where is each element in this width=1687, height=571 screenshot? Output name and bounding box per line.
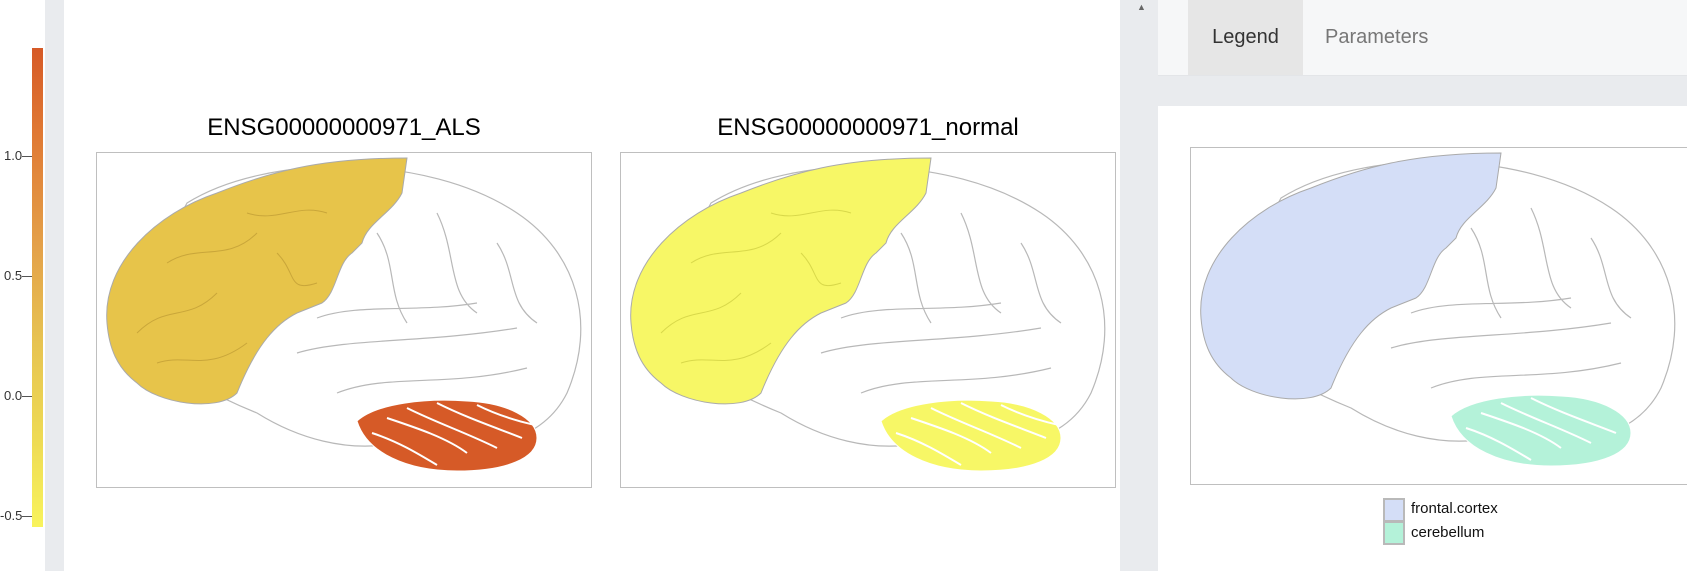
tab-legend[interactable]: Legend	[1188, 0, 1303, 75]
color-scale-bar	[32, 48, 43, 527]
scrollbar-track[interactable]	[1120, 0, 1158, 571]
legend-swatch-frontal-cortex	[1383, 498, 1405, 522]
cerebellum-region	[880, 399, 1062, 472]
legend-swatch-cerebellum	[1383, 521, 1405, 545]
legend-label-frontal-cortex: frontal.cortex	[1411, 500, 1498, 517]
panel-title-als: ENSG00000000971_ALS	[207, 114, 481, 141]
panel-gap	[1158, 76, 1687, 106]
frontal-cortex-region	[630, 157, 932, 405]
color-scale-tick-label: 0.0	[4, 388, 23, 403]
brain-figure-als	[96, 152, 592, 488]
brain-figure-normal	[620, 152, 1116, 488]
frontal-cortex-region	[106, 157, 408, 405]
color-scale-tick-label: 0.5	[4, 268, 23, 283]
color-scale-tick-label: 1.0	[4, 148, 23, 163]
legend-label-cerebellum: cerebellum	[1411, 524, 1485, 541]
scroll-up-icon[interactable]: ▲	[1137, 2, 1146, 12]
frontal-cortex-region	[1200, 152, 1502, 400]
panel-divider	[45, 0, 64, 571]
cerebellum-region	[1450, 394, 1632, 467]
color-scale-tick-label: -0.5	[0, 508, 23, 523]
legend-brain-figure	[1190, 147, 1687, 485]
color-scale-tick	[22, 516, 32, 517]
tab-parameters[interactable]: Parameters	[1325, 0, 1428, 75]
cerebellum-region	[356, 399, 538, 472]
panel-title-normal: ENSG00000000971_normal	[717, 114, 1019, 141]
